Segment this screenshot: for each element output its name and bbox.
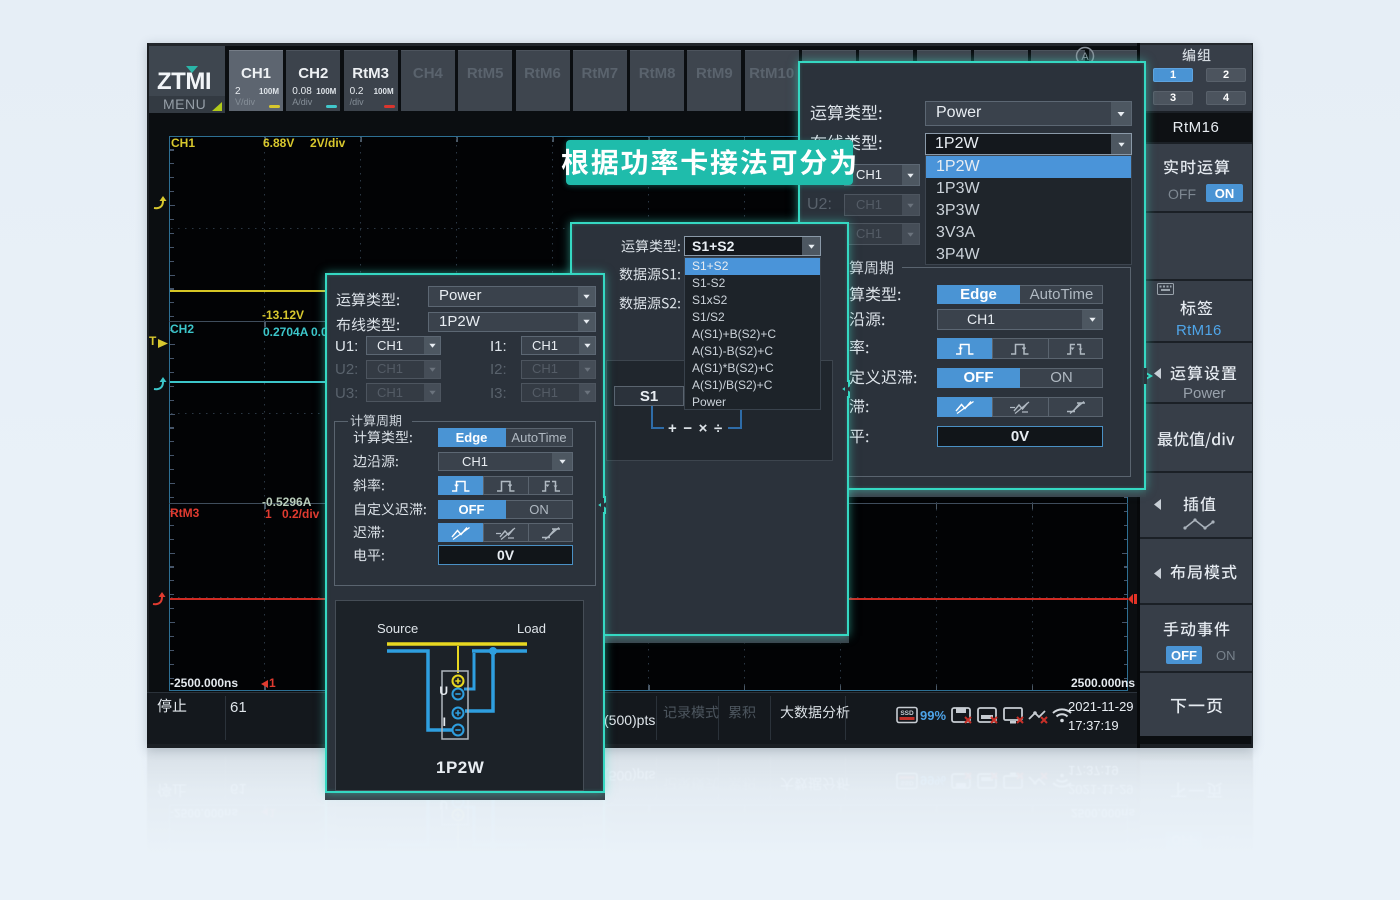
svg-text:SSD: SSD: [900, 710, 914, 717]
svg-text:U: U: [439, 684, 448, 698]
svg-text:I: I: [443, 715, 446, 729]
